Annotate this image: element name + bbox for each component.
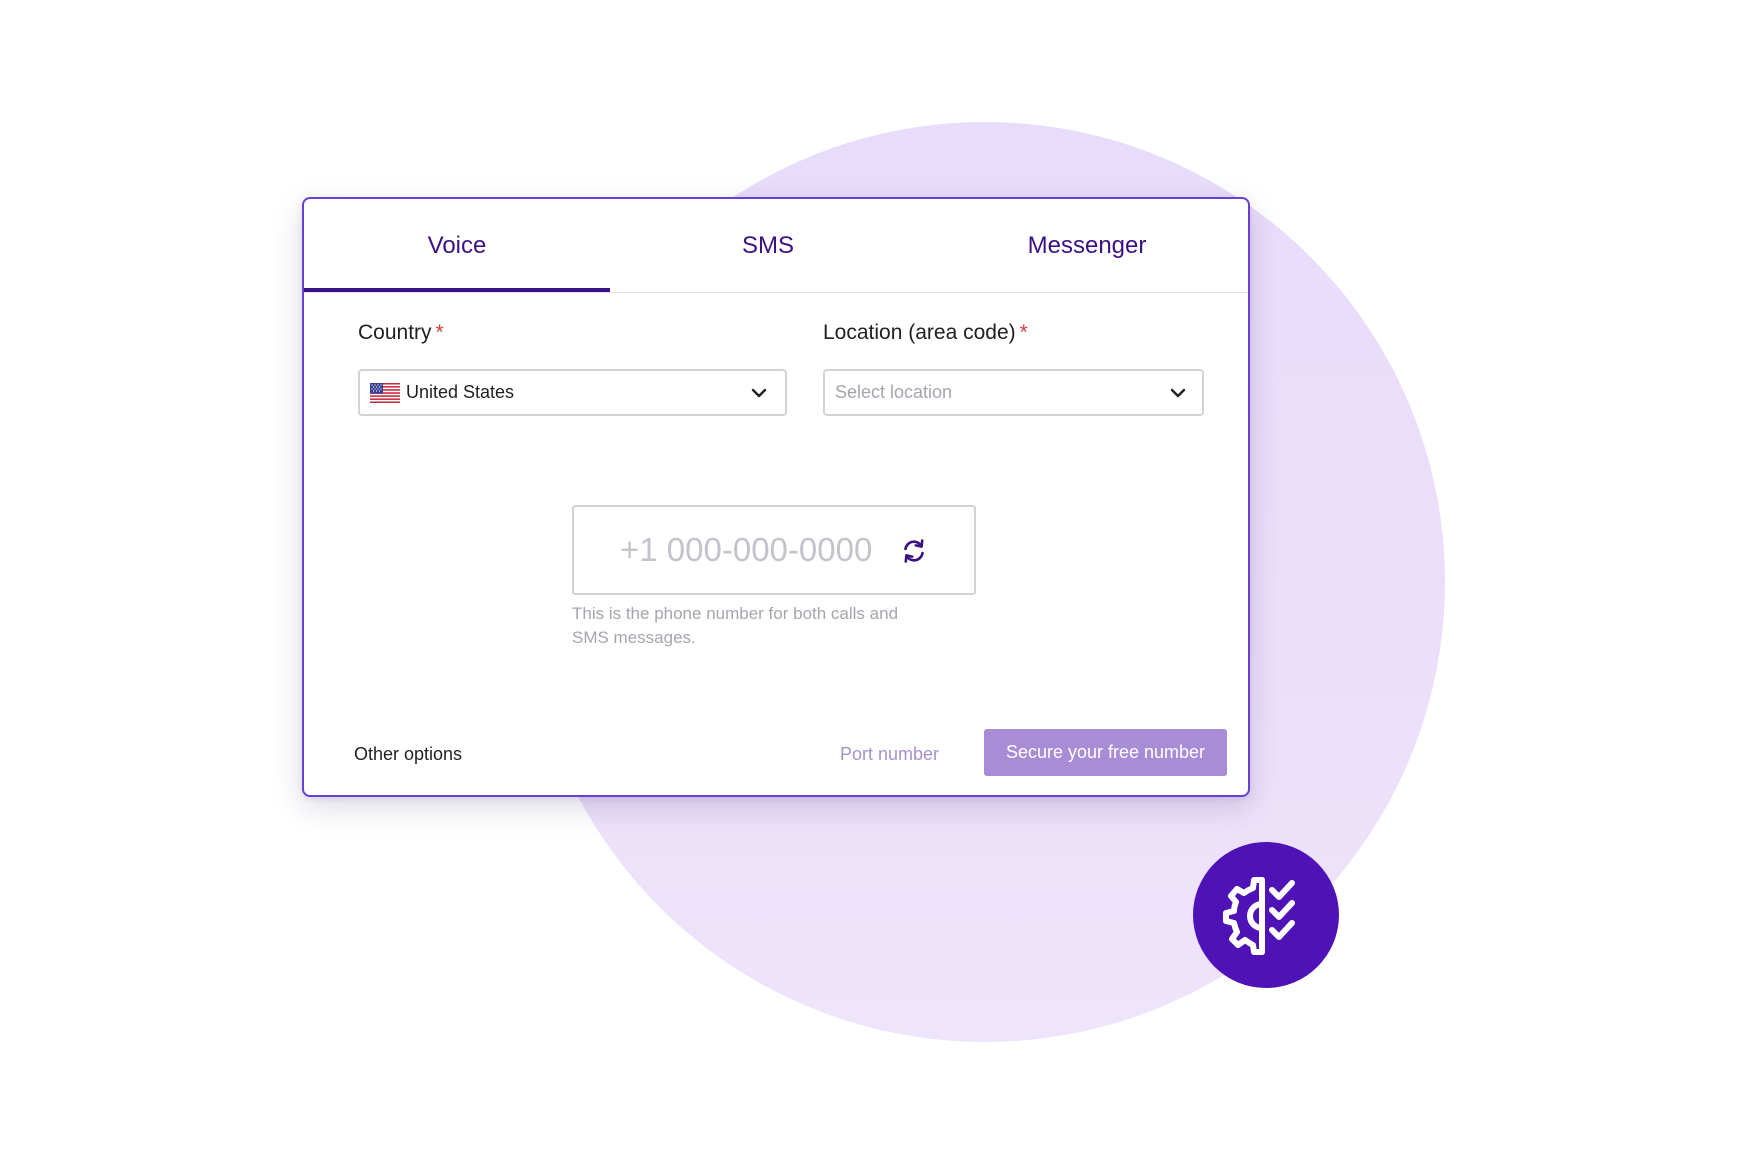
- required-mark: *: [1019, 321, 1028, 344]
- location-label-text: Location (area code): [823, 321, 1016, 344]
- phone-helper-text: This is the phone number for both calls …: [572, 602, 932, 650]
- other-options-link[interactable]: Other options: [354, 739, 462, 769]
- country-value: United States: [406, 382, 515, 402]
- country-label-text: Country: [358, 321, 432, 344]
- refresh-icon[interactable]: [899, 536, 929, 566]
- chevron-down-icon: [751, 388, 767, 398]
- tab-sms[interactable]: SMS: [610, 199, 926, 292]
- location-select[interactable]: Select location: [823, 369, 1204, 416]
- country-label: Country *: [358, 321, 444, 345]
- phone-number-value: +1 000-000-0000: [620, 531, 873, 568]
- port-number-link[interactable]: Port number: [840, 739, 939, 769]
- gear-checklist-icon: [1223, 877, 1295, 955]
- required-mark: *: [435, 321, 444, 344]
- location-placeholder: Select location: [835, 382, 953, 402]
- location-label: Location (area code) *: [823, 321, 1028, 345]
- country-select[interactable]: United States: [358, 369, 787, 416]
- tab-messenger[interactable]: Messenger: [926, 199, 1248, 292]
- tab-voice-label: Voice: [427, 231, 487, 259]
- gear-checklist-badge: [1193, 842, 1339, 988]
- tab-voice[interactable]: Voice: [304, 199, 610, 292]
- us-flag-icon: [370, 383, 400, 403]
- helper-line-1: This is the phone number for both calls …: [572, 604, 899, 623]
- chevron-down-icon: [1170, 388, 1186, 398]
- number-setup-card: Voice SMS Messenger Country * United Sta…: [302, 197, 1250, 797]
- tab-messenger-label: Messenger: [1027, 231, 1147, 259]
- helper-line-2: SMS messages.: [572, 628, 696, 647]
- active-tab-indicator: [304, 288, 610, 292]
- tab-sms-label: SMS: [741, 231, 794, 259]
- phone-number-field: +1 000-000-0000: [572, 505, 976, 595]
- tab-bar: Voice SMS Messenger: [304, 199, 1248, 293]
- secure-number-button[interactable]: Secure your free number: [984, 729, 1227, 776]
